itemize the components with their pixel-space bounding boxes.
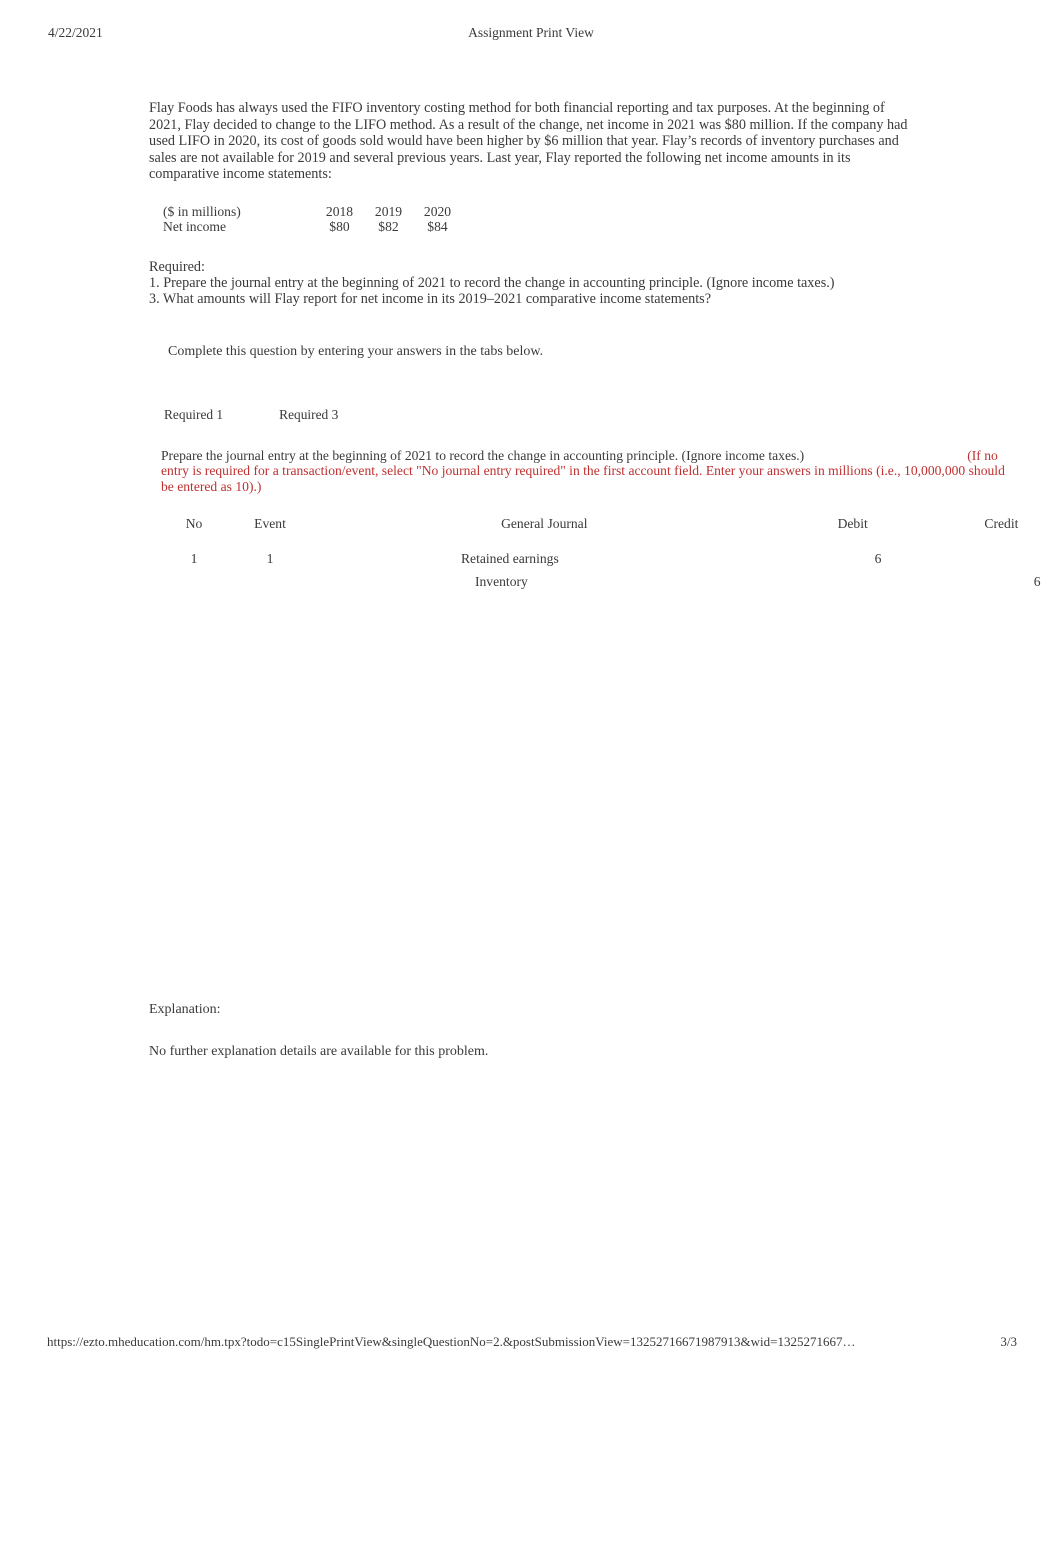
net-income-2018: $80	[329, 219, 350, 235]
journal-row-1-credit[interactable]: 6	[930, 573, 1062, 596]
required-item-3: 3. What amounts will Flay report for net…	[149, 291, 711, 308]
net-income-2019: $82	[378, 219, 399, 235]
tab-required-3[interactable]: Required 3	[279, 406, 338, 424]
journal-row-1-no	[161, 573, 227, 596]
units-label: ($ in millions)	[163, 203, 241, 219]
general-journal-table: No Event General Journal Debit Credit 1 …	[161, 516, 1062, 596]
print-footer: https://ezto.mheducation.com/hm.tpx?todo…	[0, 1332, 1062, 1352]
print-page: 4/22/2021 Assignment Print View Flay Foo…	[0, 0, 1062, 1556]
required-block: Required: 1. Prepare the journal entry a…	[149, 259, 917, 308]
page-title: Assignment Print View	[468, 25, 594, 40]
journal-row-0-account[interactable]: Retained earnings	[313, 550, 776, 573]
footer-page-number: 3/3	[1000, 1334, 1017, 1349]
footer-url: https://ezto.mheducation.com/hm.tpx?todo…	[47, 1334, 856, 1349]
column-header-event: Event	[254, 515, 286, 531]
requirement-prompt-black: Prepare the journal entry at the beginni…	[161, 447, 805, 463]
question-stem: Flay Foods has always used the FIFO inve…	[149, 100, 908, 182]
journal-row-1-debit[interactable]	[776, 573, 930, 596]
journal-row-0-debit[interactable]: 6	[776, 550, 930, 573]
column-header-no: No	[185, 515, 203, 531]
table-row: ($ in millions) 2018 2019 2020	[163, 204, 462, 220]
net-income-2020: $84	[427, 219, 448, 235]
question-content: Flay Foods has always used the FIFO inve…	[149, 100, 1041, 596]
tab-required-1[interactable]: Required 1	[164, 406, 223, 424]
year-header-2018: 2018	[325, 203, 354, 219]
table-row: Inventory 6	[161, 573, 1062, 596]
journal-row-0-no: 1	[190, 550, 198, 566]
explanation-body: No further explanation details are avail…	[149, 1044, 489, 1059]
journal-row-1-event	[227, 573, 313, 596]
requirement-tabs: Required 1 Required 3	[164, 406, 917, 424]
complete-question-note: Complete this question by entering your …	[168, 343, 544, 359]
journal-row-0-event: 1	[266, 550, 274, 566]
explanation-section: Explanation: No further explanation deta…	[149, 1002, 917, 1060]
requirement-prompt: Prepare the journal entry at the beginni…	[161, 448, 1007, 495]
table-row: Net income $80 $82 $84	[163, 219, 462, 235]
required-item-1: 1. Prepare the journal entry at the begi…	[149, 274, 835, 291]
column-header-general-journal: General Journal	[501, 515, 588, 531]
net-income-fact-table: ($ in millions) 2018 2019 2020 Net incom…	[163, 204, 462, 235]
print-header: 4/22/2021 Assignment Print View	[0, 23, 1062, 43]
journal-row-1-account[interactable]: Inventory	[313, 573, 776, 596]
required-heading: Required:	[149, 258, 205, 275]
journal-row-0-credit[interactable]	[930, 550, 1062, 573]
column-header-debit: Debit	[837, 515, 868, 531]
journal-header-row: No Event General Journal Debit Credit	[161, 516, 1062, 550]
column-header-credit: Credit	[984, 515, 1019, 531]
year-header-2019: 2019	[374, 203, 403, 219]
table-row: 1 1 Retained earnings 6	[161, 550, 1062, 573]
net-income-label: Net income	[163, 219, 227, 235]
year-header-2020: 2020	[423, 203, 452, 219]
explanation-heading: Explanation:	[149, 1002, 221, 1017]
